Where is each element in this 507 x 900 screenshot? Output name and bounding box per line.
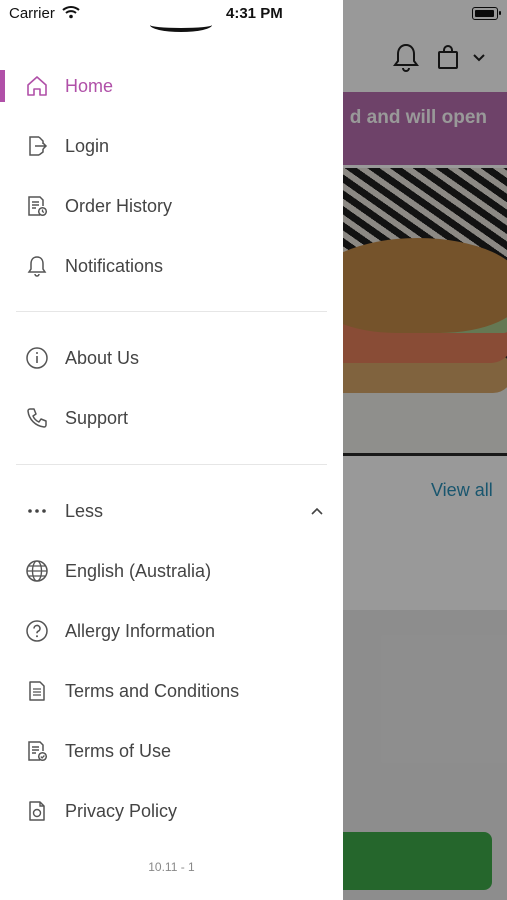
menu-item-label: Order History xyxy=(65,195,173,216)
document-icon xyxy=(23,677,51,705)
menu-item-label: Privacy Policy xyxy=(65,800,178,821)
menu-item-notifications[interactable]: Notifications xyxy=(0,238,343,294)
menu-item-support[interactable]: Support xyxy=(0,390,343,446)
menu-item-label: Support xyxy=(65,407,129,428)
wifi-icon xyxy=(62,5,80,19)
home-icon xyxy=(23,72,51,100)
question-icon xyxy=(23,617,51,645)
info-icon xyxy=(23,344,51,372)
menu-item-label: Terms and Conditions xyxy=(65,680,240,701)
globe-icon xyxy=(23,557,51,585)
menu-item-order-history[interactable]: Order History xyxy=(0,178,343,234)
menu-item-home[interactable]: Home xyxy=(0,58,343,114)
divider xyxy=(16,311,327,312)
menu-item-allergy-information[interactable]: Allergy Information xyxy=(0,603,343,659)
more-dots-icon xyxy=(23,497,51,525)
menu-item-label: English (Australia) xyxy=(65,560,212,581)
menu-item-label: Terms of Use xyxy=(65,740,172,761)
menu-item-label: Less xyxy=(65,500,104,521)
phone-icon xyxy=(23,404,51,432)
menu-item-label: Home xyxy=(65,75,114,96)
divider xyxy=(16,464,327,465)
login-icon xyxy=(23,132,51,160)
menu-item-about-us[interactable]: About Us xyxy=(0,330,343,386)
menu-item-label: Login xyxy=(65,135,110,156)
menu-item-language[interactable]: English (Australia) xyxy=(0,543,343,599)
brand-logo xyxy=(150,18,212,32)
menu-item-terms-and-conditions[interactable]: Terms and Conditions xyxy=(0,663,343,719)
menu-item-login[interactable]: Login xyxy=(0,118,343,174)
carrier-label: Carrier xyxy=(9,5,55,22)
menu-item-label: About Us xyxy=(65,347,140,368)
chevron-up-icon[interactable] xyxy=(309,506,325,516)
navigation-drawer: Carrier 4:31 PM Home Login Order History… xyxy=(0,0,343,900)
menu-item-label: Allergy Information xyxy=(65,620,216,641)
menu-item-privacy-policy[interactable]: Privacy Policy xyxy=(0,783,343,839)
menu-item-less[interactable]: Less xyxy=(0,483,343,539)
bell-icon xyxy=(23,252,51,280)
privacy-icon xyxy=(23,797,51,825)
document-check-icon xyxy=(23,737,51,765)
order-history-icon xyxy=(23,192,51,220)
clock: 4:31 PM xyxy=(226,5,283,22)
app-version: 10.11 - 1 xyxy=(148,860,195,874)
menu-item-terms-of-use[interactable]: Terms of Use xyxy=(0,723,343,779)
menu-item-label: Notifications xyxy=(65,255,164,276)
